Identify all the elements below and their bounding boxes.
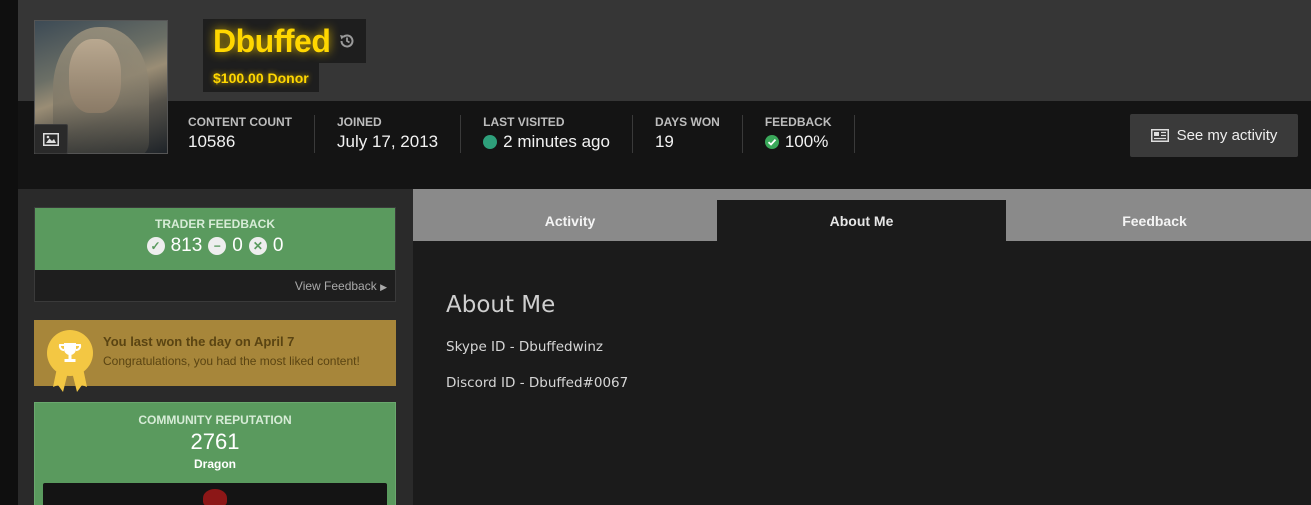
check-circle-icon <box>764 135 779 149</box>
day-won-subtitle: Congratulations, you had the most liked … <box>103 354 360 368</box>
stat-days-won: Days Won 19 <box>655 115 743 153</box>
stat-value-text: July 17, 2013 <box>337 132 439 151</box>
username: Dbuffed <box>213 22 331 59</box>
reputation-value: 2761 <box>190 429 240 454</box>
profile-page: Dbuffed $100.00 Donor Content Count 1058… <box>0 0 1311 505</box>
tab-label: About Me <box>829 212 894 229</box>
member-title: $100.00 Donor <box>213 69 309 86</box>
see-activity-button[interactable]: See my activity <box>1130 114 1298 157</box>
stat-label: Days Won <box>654 115 720 129</box>
tab-label: Feedback <box>1122 212 1187 229</box>
newspaper-icon <box>1150 129 1169 142</box>
online-dot-icon <box>483 135 498 149</box>
view-feedback-label: View Feedback <box>294 279 377 293</box>
reputation-card: Community Reputation 2761 Dragon <box>34 402 396 505</box>
negative-feedback-icon: ✕ <box>248 237 267 255</box>
tab-activity[interactable]: Activity <box>425 200 715 241</box>
stat-label: Last Visited <box>483 115 565 129</box>
neutral-count: 0 <box>232 235 243 256</box>
member-title-box: $100.00 Donor <box>203 63 319 92</box>
stat-value-text: 19 <box>654 132 674 151</box>
stat-content-count: Content Count 10586 <box>188 115 315 153</box>
reputation-rank: Dragon <box>194 457 236 471</box>
trader-feedback-summary: Trader Feedback ✓ 813 − 0 ✕ 0 <box>35 208 395 270</box>
stat-last-visited: Last Visited 2 minutes ago <box>483 115 633 153</box>
stat-value-text: 100% <box>784 132 829 151</box>
stat-value: 19 <box>655 132 720 152</box>
stat-value-text: 2 minutes ago <box>503 132 610 151</box>
about-discord: Discord ID - Dbuffed#0067 <box>446 375 629 391</box>
trophy-badge <box>47 330 93 376</box>
left-rail <box>0 0 18 505</box>
trophy-icon <box>58 343 82 362</box>
avatar-face <box>69 39 121 113</box>
stat-label: Content Count <box>188 115 292 129</box>
stat-label: Feedback <box>764 115 832 129</box>
profile-stats: Content Count 10586 Joined July 17, 2013… <box>188 115 877 155</box>
dragon-icon <box>203 489 227 505</box>
stat-value: 100% <box>764 132 832 152</box>
tab-label: Activity <box>544 212 596 229</box>
stat-value: 2 minutes ago <box>483 132 610 152</box>
reputation-title: Community Reputation <box>138 413 292 427</box>
stat-value: July 17, 2013 <box>337 132 438 152</box>
caret-right-icon: ▶ <box>380 282 387 292</box>
positive-feedback-icon: ✓ <box>146 237 165 255</box>
username-box: Dbuffed <box>203 19 367 63</box>
tab-feedback[interactable]: Feedback <box>1008 200 1301 241</box>
image-icon <box>43 132 59 146</box>
stat-value-text: 10586 <box>188 132 236 151</box>
day-won-card: You last won the day on April 7 Congratu… <box>34 320 396 392</box>
neutral-feedback-icon: − <box>208 237 227 255</box>
trader-feedback-title: Trader Feedback <box>155 217 275 231</box>
about-heading: About Me <box>446 292 556 318</box>
see-activity-label: See my activity <box>1176 127 1278 144</box>
trader-feedback-card: Trader Feedback ✓ 813 − 0 ✕ 0 View Feedb… <box>34 207 396 302</box>
stat-value: 10586 <box>188 132 292 152</box>
stat-feedback: Feedback 100% <box>764 115 855 153</box>
about-skype: Skype ID - Dbuffedwinz <box>446 339 604 355</box>
trader-feedback-counts: ✓ 813 − 0 ✕ 0 <box>35 235 395 257</box>
rank-image <box>43 483 387 505</box>
negative-count: 0 <box>272 235 284 256</box>
positive-count: 813 <box>170 235 203 256</box>
name-history-icon[interactable] <box>338 32 356 50</box>
change-cover-photo-button[interactable] <box>34 124 68 154</box>
stat-label: Joined <box>337 115 382 129</box>
tab-about-me[interactable]: About Me <box>717 200 1006 241</box>
day-won-title: You last won the day on April 7 <box>103 334 295 349</box>
stat-joined: Joined July 17, 2013 <box>337 115 462 153</box>
view-feedback-link[interactable]: View Feedback ▶ <box>295 279 387 293</box>
